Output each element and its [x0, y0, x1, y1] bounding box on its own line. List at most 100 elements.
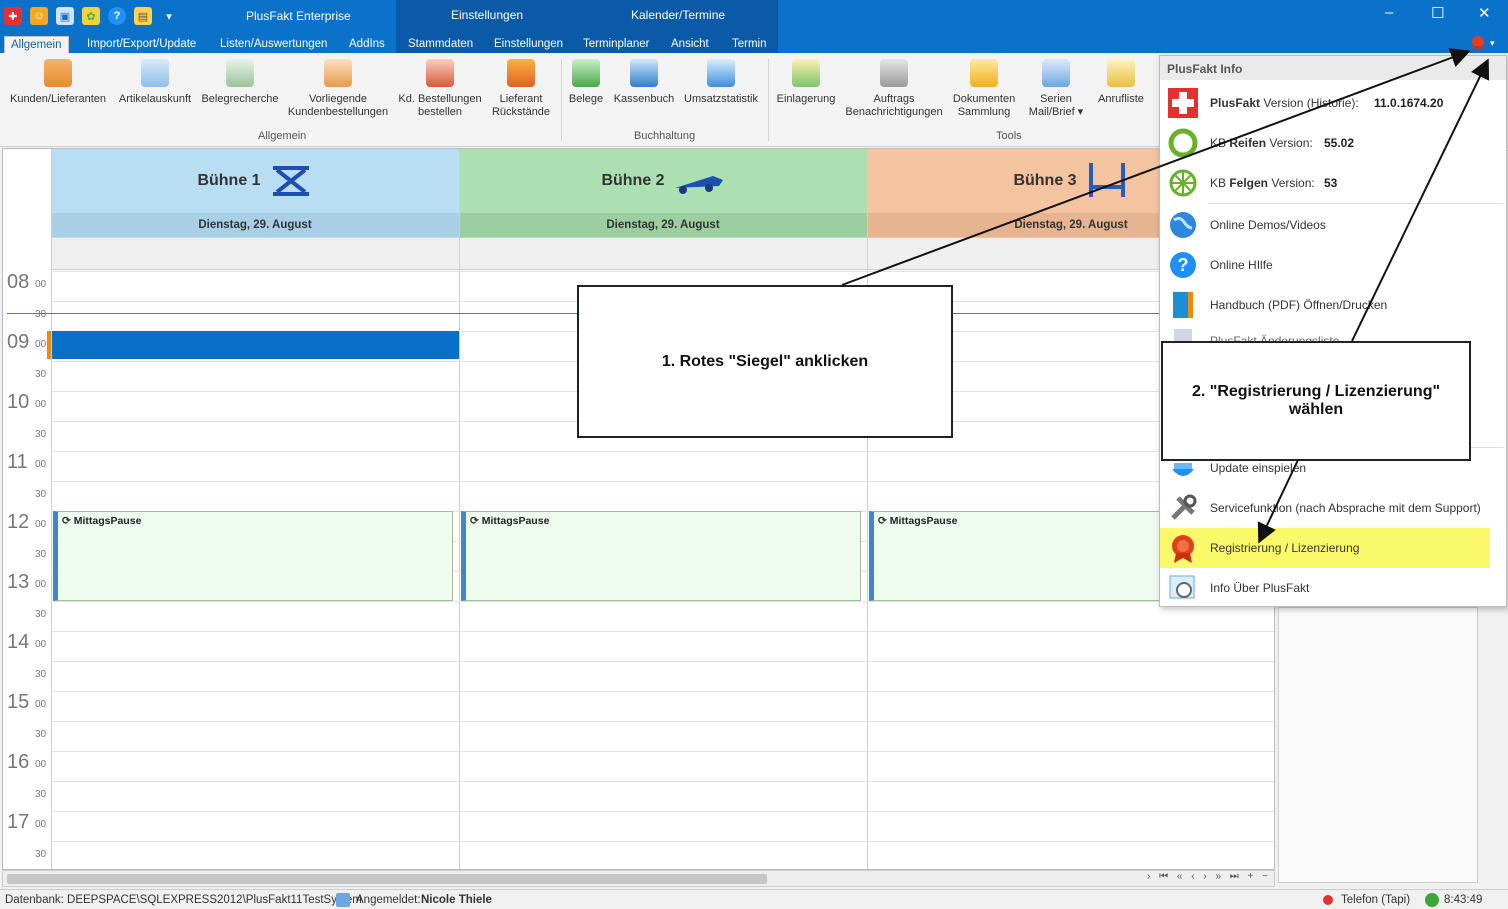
umsatzstatistik-button[interactable]: Umsatzstatistik — [682, 59, 760, 106]
appointment-mittagspause-1[interactable]: ⟳ MittagsPause — [53, 511, 453, 601]
serien-mail-brief-button[interactable]: Serien Mail/Brief ▾ — [1024, 59, 1088, 119]
group-label-allgemein: Allgemein — [258, 130, 307, 142]
tab-listen[interactable]: Listen/Auswertungen — [214, 36, 333, 53]
minute-label: 30 — [35, 789, 47, 800]
tab-terminplaner[interactable]: Terminplaner — [577, 36, 655, 53]
tab-import-export[interactable]: Import/Export/Update — [81, 36, 202, 53]
tab-ansicht[interactable]: Ansicht — [665, 36, 715, 53]
menu-item-online-demos[interactable]: Online Demos/Videos — [1160, 205, 1506, 245]
menu-item-plusfakt-version[interactable]: PlusFakt Version (Historie): 11.0.1674.2… — [1160, 83, 1506, 123]
minute-label: 00 — [35, 399, 47, 410]
menu-item-kb-reifen[interactable]: KB Reifen Version: 55.02 — [1160, 123, 1506, 163]
kd-bestellungen-button[interactable]: Kd. Bestellungen bestellen — [396, 59, 484, 119]
ribbon-separator — [768, 59, 769, 141]
grid-line — [51, 661, 1274, 662]
menu-item-servicefunktion[interactable]: Servicefunktion (nach Absprache mit dem … — [1160, 488, 1506, 528]
kassenbuch-button[interactable]: Kassenbuch — [612, 59, 676, 106]
menu-item-handbuch[interactable]: Handbuch (PDF) Öffnen/Drucken — [1160, 285, 1506, 325]
artikelauskunft-button[interactable]: Artikelauskunft — [116, 59, 194, 106]
car-sun-icon — [792, 59, 820, 87]
grid-line — [51, 781, 1274, 782]
grid-line — [51, 481, 1274, 482]
grid-line — [51, 451, 1274, 452]
all-day-row[interactable] — [51, 238, 1274, 270]
qat-dropdown-icon[interactable]: ▾ — [160, 7, 178, 25]
clock-icon — [1425, 893, 1439, 907]
recurrence-icon: ⟳ — [62, 515, 74, 527]
close-icon[interactable]: ✕ — [1478, 4, 1491, 22]
auftrags-benachrichtigungen-label: Auftrags Benachrichtigungen — [845, 93, 943, 118]
belegrecherche-button[interactable]: Belegrecherche — [200, 59, 280, 106]
tab-stammdaten[interactable]: Stammdaten — [402, 36, 479, 53]
resource-header-1[interactable]: Bühne 1 Dienstag, 29. August — [51, 149, 459, 239]
scrollbar-thumb[interactable] — [7, 874, 767, 884]
menu-item-kb-felgen[interactable]: KB Felgen Version: 53 — [1160, 163, 1506, 203]
help-icon: ? — [1170, 252, 1196, 278]
seal-dropdown-icon[interactable]: ▾ — [1490, 38, 1495, 49]
menu-item-registrierung[interactable]: Registrierung / Lizenzierung — [1160, 528, 1490, 568]
dokumenten-sammlung-button[interactable]: Dokumenten Sammlung — [950, 59, 1018, 119]
belege-button[interactable]: Belege — [566, 59, 606, 106]
minute-label: 00 — [35, 759, 47, 770]
recurrence-icon: ⟳ — [470, 515, 482, 527]
minute-label: 00 — [35, 819, 47, 830]
menu-item-online-hilfe[interactable]: ? Online HIlfe — [1160, 245, 1506, 285]
hour-label: 08 — [7, 271, 30, 293]
tools-icon — [1171, 494, 1197, 520]
tab-allgemein[interactable]: Allgemein — [4, 36, 69, 53]
appointment-mittagspause-2[interactable]: ⟳ MittagsPause — [461, 511, 861, 601]
info-search-icon — [1169, 575, 1195, 599]
vorliegende-kundenbestellungen-button[interactable]: Vorliegende Kundenbestellungen — [286, 59, 390, 119]
side-panel — [1278, 607, 1478, 883]
auftrags-benachrichtigungen-button[interactable]: Auftrags Benachrichtigungen — [844, 59, 944, 119]
jack-icon — [674, 176, 723, 194]
help-icon[interactable]: ? — [108, 7, 126, 25]
cart-add-icon — [426, 59, 454, 87]
minute-label: 30 — [35, 729, 47, 740]
phone-status[interactable]: Telefon (Tapi) — [1341, 890, 1410, 909]
tab-addins[interactable]: AddIns — [343, 36, 391, 53]
hour-label: 13 — [7, 571, 30, 593]
call-list-icon — [1107, 59, 1135, 87]
plusfakt-logo-icon[interactable]: ✚ — [4, 7, 22, 25]
selected-slot[interactable] — [52, 331, 459, 359]
horizontal-scrollbar[interactable]: › ⏮ « ‹ › » ⏭ + − — [2, 870, 1275, 887]
app-title: PlusFakt Enterprise — [246, 9, 351, 23]
serien-mail-brief-label: Serien Mail/Brief ▾ — [1028, 93, 1084, 118]
user-icon — [336, 893, 350, 907]
article-icon[interactable]: ▣ — [56, 7, 74, 25]
minimize-icon[interactable]: – — [1385, 4, 1393, 21]
appointment-title: MittagsPause — [889, 515, 958, 527]
tab-termin[interactable]: Termin — [726, 36, 773, 53]
clipboard-icon[interactable]: ▤ — [134, 7, 152, 25]
tab-einstellungen[interactable]: Einstellungen — [488, 36, 569, 53]
badge-icon[interactable]: ✿ — [82, 7, 100, 25]
navigation-arrows-icon[interactable]: › ⏮ « ‹ › » ⏭ + − — [1147, 871, 1271, 882]
belegrecherche-label: Belegrecherche — [201, 93, 279, 105]
minute-label: 00 — [35, 519, 47, 530]
resource-date: Dienstag, 29. August — [459, 213, 867, 237]
maximize-icon[interactable]: ☐ — [1431, 4, 1444, 22]
red-seal-icon[interactable] — [1470, 35, 1486, 51]
appointment-title: MittagsPause — [481, 515, 550, 527]
lieferant-rueckstaende-button[interactable]: Lieferant Rückstände — [490, 59, 552, 119]
customers-icon[interactable]: ☺ — [30, 7, 48, 25]
context-label-kalender: Kalender/Termine — [631, 8, 726, 22]
kunden-lieferanten-button[interactable]: Kunden/Lieferanten — [8, 59, 108, 106]
plusfakt-bold: PlusFakt — [1210, 96, 1261, 110]
seal-button[interactable]: ▾ — [1470, 33, 1506, 53]
minute-label: 30 — [35, 489, 47, 500]
menu-item-info[interactable]: Info Über PlusFakt — [1160, 568, 1506, 608]
einlagerung-button[interactable]: Einlagerung — [774, 59, 838, 106]
plusfakt-logo-icon — [1168, 88, 1198, 118]
hour-label: 15 — [7, 691, 30, 713]
grid-line — [51, 811, 1274, 812]
resource-header-2[interactable]: Bühne 2 Dienstag, 29. August — [459, 149, 867, 239]
hour-label: 10 — [7, 391, 30, 413]
minute-label: 30 — [35, 309, 47, 320]
menu-header: PlusFakt Info — [1160, 56, 1506, 80]
dokumenten-sammlung-label: Dokumenten Sammlung — [952, 93, 1016, 118]
anrufliste-button[interactable]: Anrufliste — [1094, 59, 1148, 106]
kb-felgen-pre: KB — [1210, 176, 1230, 190]
svg-text:?: ? — [1178, 255, 1189, 275]
